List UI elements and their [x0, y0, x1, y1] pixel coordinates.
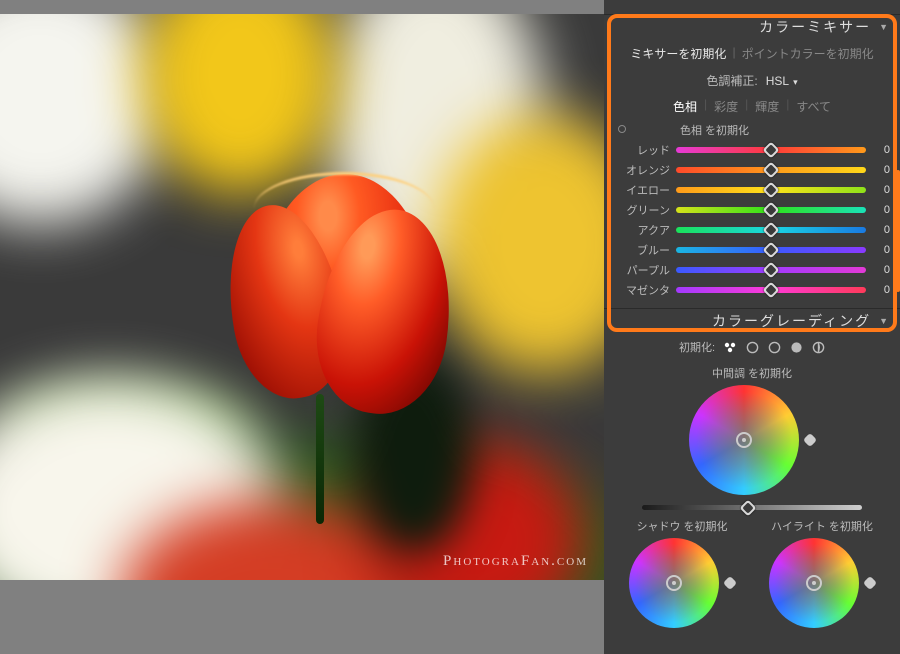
slider-value[interactable]: 0 [872, 284, 890, 296]
slider-label: レッド [614, 142, 670, 158]
slider-thumb[interactable] [763, 222, 780, 239]
reset-mixer-button[interactable]: ミキサーを初期化 [630, 45, 726, 62]
hue-slider-5: ブルー 0 [614, 240, 890, 260]
hue-reset-label[interactable]: 色相 を初期化 [604, 122, 900, 138]
tab-luminance[interactable]: 輝度 [751, 97, 783, 116]
shadow-color-wheel[interactable] [629, 538, 719, 628]
panel-title: カラーミキサー [759, 17, 871, 37]
highlight-color-wheel[interactable] [769, 538, 859, 628]
slider-thumb[interactable] [763, 182, 780, 199]
highlight-reset-label[interactable]: ハイライト を初期化 [752, 518, 892, 534]
slider-value[interactable]: 0 [872, 204, 890, 216]
slider-label: ブルー [614, 242, 670, 258]
tab-all[interactable]: すべて [792, 97, 835, 116]
view-midtone-icon[interactable] [767, 340, 781, 354]
slider-value[interactable]: 0 [872, 244, 890, 256]
slider-thumb[interactable] [763, 202, 780, 219]
hue-slider-4: アクア 0 [614, 220, 890, 240]
slider-value[interactable]: 0 [872, 184, 890, 196]
view-global-icon[interactable] [811, 340, 825, 354]
separator: | [732, 45, 735, 62]
slider-track[interactable] [676, 267, 866, 273]
hue-slider-6: パープル 0 [614, 260, 890, 280]
hue-slider-1: オレンジ 0 [614, 160, 890, 180]
tab-hue[interactable]: 色相 [669, 97, 701, 116]
adjustment-mode-label: 色調補正: [706, 72, 757, 89]
view-shadow-icon[interactable] [745, 340, 759, 354]
slider-label: パープル [614, 262, 670, 278]
midtone-luminance-knob[interactable] [803, 433, 817, 447]
panel-header-color-mixer[interactable]: カラーミキサー ▼ [604, 15, 900, 39]
slider-label: イエロー [614, 182, 670, 198]
slider-value[interactable]: 0 [872, 164, 890, 176]
shadow-luminance-knob[interactable] [723, 576, 737, 590]
shadow-reset-label[interactable]: シャドウ を初期化 [612, 518, 752, 534]
slider-label: グリーン [614, 202, 670, 218]
hsl-tabs: 色相| 彩度| 輝度| すべて [604, 93, 900, 118]
slider-track[interactable] [676, 147, 866, 153]
slider-thumb[interactable] [763, 242, 780, 259]
develop-sidebar: カラーミキサー ▼ ミキサーを初期化 | ポイントカラーを初期化 色調補正: H… [604, 0, 900, 654]
slider-label: オレンジ [614, 162, 670, 178]
reset-point-color-button[interactable]: ポイントカラーを初期化 [742, 45, 874, 62]
adjustment-mode-select[interactable]: HSL▾ [766, 74, 798, 88]
hue-slider-2: イエロー 0 [614, 180, 890, 200]
slider-thumb[interactable] [763, 262, 780, 279]
midtone-reset-label[interactable]: 中間調 を初期化 [612, 365, 892, 381]
highlight-luminance-knob[interactable] [863, 576, 877, 590]
slider-value[interactable]: 0 [872, 224, 890, 236]
slider-thumb[interactable] [763, 282, 780, 299]
slider-value[interactable]: 0 [872, 144, 890, 156]
tulip-flower [230, 174, 440, 434]
midtone-color-wheel[interactable] [689, 385, 799, 495]
targeted-adjustment-icon[interactable] [618, 125, 626, 133]
image-preview[interactable]: PhotograFan.com [0, 14, 604, 580]
tab-saturation[interactable]: 彩度 [710, 97, 742, 116]
slider-track[interactable] [676, 187, 866, 193]
slider-track[interactable] [676, 287, 866, 293]
slider-track[interactable] [676, 247, 866, 253]
slider-value[interactable]: 0 [872, 264, 890, 276]
hue-slider-7: マゼンタ 0 [614, 280, 890, 300]
hue-slider-0: レッド 0 [614, 140, 890, 160]
watermark: PhotograFan.com [443, 553, 588, 570]
blend-slider[interactable] [642, 505, 862, 510]
hue-sliders: レッド 0 オレンジ 0 イエロー 0 グリーン 0 アクア 0 ブルー 0 パープル 0 マゼンタ 0 [604, 140, 900, 308]
hue-slider-3: グリーン 0 [614, 200, 890, 220]
panel-color-mixer: カラーミキサー ▼ ミキサーを初期化 | ポイントカラーを初期化 色調補正: H… [604, 14, 900, 308]
slider-thumb[interactable] [763, 162, 780, 179]
init-label: 初期化: [679, 339, 715, 355]
chevron-down-icon: ▼ [879, 316, 890, 326]
panel-color-grading: カラーグレーディング ▼ 初期化: 中間調 を初期化 [604, 308, 900, 638]
view-highlight-icon[interactable] [789, 340, 803, 354]
slider-track[interactable] [676, 167, 866, 173]
view-3way-icon[interactable] [723, 340, 737, 354]
slider-track[interactable] [676, 207, 866, 213]
chevron-down-icon: ▼ [879, 22, 890, 32]
panel-header-color-grading[interactable]: カラーグレーディング ▼ [604, 309, 900, 333]
panel-accent [896, 170, 900, 292]
slider-thumb[interactable] [763, 142, 780, 159]
slider-label: マゼンタ [614, 282, 670, 298]
slider-track[interactable] [676, 227, 866, 233]
panel-title: カラーグレーディング [712, 311, 871, 331]
slider-label: アクア [614, 222, 670, 238]
